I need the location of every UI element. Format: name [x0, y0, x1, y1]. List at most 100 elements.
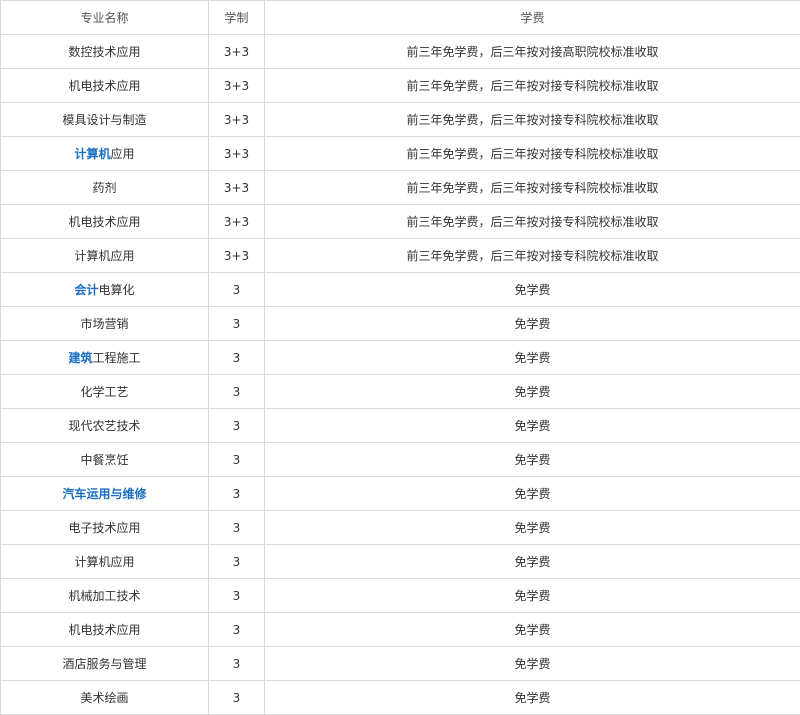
- major-cell: 药剂: [0, 170, 209, 205]
- table-row: 计算机应用 3 免学费: [0, 544, 800, 579]
- tuition-cell: 前三年免学费，后三年按对接专科院校标准收取: [264, 204, 800, 239]
- major-name-text: 机电技术应用: [68, 215, 141, 229]
- major-name-text: 工程施工: [92, 351, 141, 365]
- tuition-cell: 前三年免学费，后三年按对接高职院校标准收取: [264, 34, 800, 69]
- major-cell: 现代农艺技术: [0, 408, 209, 443]
- table-row: 汽车运用与维修 3 免学费: [0, 476, 800, 511]
- major-name-text: 计算机应用: [74, 555, 135, 569]
- duration-cell: 3: [208, 646, 265, 681]
- major-cell: 会计电算化: [0, 272, 209, 307]
- duration-cell: 3: [208, 510, 265, 545]
- tuition-cell: 免学费: [264, 680, 800, 715]
- tuition-cell: 前三年免学费，后三年按对接专科院校标准收取: [264, 170, 800, 205]
- duration-cell: 3: [208, 680, 265, 715]
- duration-cell: 3: [208, 306, 265, 341]
- tuition-cell: 免学费: [264, 544, 800, 579]
- major-cell: 计算机应用: [0, 136, 209, 171]
- table-row: 会计电算化 3 免学费: [0, 272, 800, 307]
- header-major: 专业名称: [0, 0, 209, 35]
- major-cell: 化学工艺: [0, 374, 209, 409]
- table-row: 机电技术应用 3+3 前三年免学费，后三年按对接专科院校标准收取: [0, 204, 800, 239]
- major-name-text: 机械加工技术: [68, 589, 141, 603]
- tuition-cell: 免学费: [264, 306, 800, 341]
- major-cell: 计算机应用: [0, 238, 209, 273]
- tuition-cell: 前三年免学费，后三年按对接专科院校标准收取: [264, 68, 800, 103]
- duration-cell: 3: [208, 442, 265, 477]
- duration-cell: 3+3: [208, 136, 265, 171]
- table-row: 建筑工程施工 3 免学费: [0, 340, 800, 375]
- header-row: 专业名称 学制 学费: [0, 0, 800, 35]
- major-name-text: 中餐烹饪: [80, 453, 129, 467]
- major-keyword-link[interactable]: 汽车运用与维修: [62, 487, 146, 501]
- table-row: 化学工艺 3 免学费: [0, 374, 800, 409]
- major-keyword-link[interactable]: 建筑: [68, 351, 92, 365]
- major-name-text: 机电技术应用: [68, 79, 141, 93]
- major-cell: 模具设计与制造: [0, 102, 209, 137]
- tuition-cell: 前三年免学费，后三年按对接专科院校标准收取: [264, 238, 800, 273]
- tuition-cell: 免学费: [264, 408, 800, 443]
- tuition-cell: 免学费: [264, 510, 800, 545]
- majors-table: 专业名称 学制 学费 数控技术应用 3+3 前三年免学费，后三年按对接高职院校标准收…: [0, 0, 800, 715]
- major-cell: 计算机应用: [0, 544, 209, 579]
- major-cell: 美术绘画: [0, 680, 209, 715]
- tuition-cell: 免学费: [264, 476, 800, 511]
- duration-cell: 3+3: [208, 204, 265, 239]
- major-name-text: 机电技术应用: [68, 623, 141, 637]
- header-duration: 学制: [208, 0, 265, 35]
- major-name-text: 电子技术应用: [68, 521, 141, 535]
- table-row: 计算机应用 3+3 前三年免学费，后三年按对接专科院校标准收取: [0, 136, 800, 171]
- tuition-cell: 前三年免学费，后三年按对接专科院校标准收取: [264, 136, 800, 171]
- tuition-cell: 免学费: [264, 442, 800, 477]
- major-name-text: 模具设计与制造: [62, 113, 147, 127]
- table-row: 药剂 3+3 前三年免学费，后三年按对接专科院校标准收取: [0, 170, 800, 205]
- major-cell: 机电技术应用: [0, 204, 209, 239]
- tuition-cell: 免学费: [264, 646, 800, 681]
- duration-cell: 3: [208, 408, 265, 443]
- major-cell: 机电技术应用: [0, 612, 209, 647]
- major-name-text: 电算化: [98, 283, 135, 297]
- major-name-text: 美术绘画: [80, 691, 129, 705]
- table-row: 模具设计与制造 3+3 前三年免学费，后三年按对接专科院校标准收取: [0, 102, 800, 137]
- duration-cell: 3+3: [208, 34, 265, 69]
- table-row: 市场营销 3 免学费: [0, 306, 800, 341]
- table-row: 酒店服务与管理 3 免学费: [0, 646, 800, 681]
- duration-cell: 3: [208, 612, 265, 647]
- table-row: 机电技术应用 3 免学费: [0, 612, 800, 647]
- major-name-text: 数控技术应用: [68, 45, 141, 59]
- table-row: 中餐烹饪 3 免学费: [0, 442, 800, 477]
- table-row: 电子技术应用 3 免学费: [0, 510, 800, 545]
- duration-cell: 3+3: [208, 68, 265, 103]
- duration-cell: 3+3: [208, 238, 265, 273]
- major-cell: 酒店服务与管理: [0, 646, 209, 681]
- tuition-cell: 免学费: [264, 340, 800, 375]
- duration-cell: 3: [208, 476, 265, 511]
- tuition-cell: 免学费: [264, 272, 800, 307]
- major-name-text: 现代农艺技术: [68, 419, 141, 433]
- major-keyword-link[interactable]: 计算机: [74, 147, 110, 161]
- duration-cell: 3: [208, 374, 265, 409]
- major-cell: 市场营销: [0, 306, 209, 341]
- duration-cell: 3: [208, 272, 265, 307]
- major-name-text: 市场营销: [80, 317, 129, 331]
- major-cell: 机械加工技术: [0, 578, 209, 613]
- table-row: 现代农艺技术 3 免学费: [0, 408, 800, 443]
- major-cell: 机电技术应用: [0, 68, 209, 103]
- duration-cell: 3+3: [208, 170, 265, 205]
- tuition-cell: 前三年免学费，后三年按对接专科院校标准收取: [264, 102, 800, 137]
- table-row: 美术绘画 3 免学费: [0, 680, 800, 715]
- tuition-cell: 免学费: [264, 374, 800, 409]
- duration-cell: 3: [208, 578, 265, 613]
- major-cell: 中餐烹饪: [0, 442, 209, 477]
- major-keyword-link[interactable]: 会计: [74, 283, 98, 297]
- major-name-text: 应用: [110, 147, 135, 161]
- major-cell: 建筑工程施工: [0, 340, 209, 375]
- tuition-cell: 免学费: [264, 612, 800, 647]
- major-name-text: 药剂: [92, 181, 117, 195]
- table-row: 机械加工技术 3 免学费: [0, 578, 800, 613]
- table-row: 机电技术应用 3+3 前三年免学费，后三年按对接专科院校标准收取: [0, 68, 800, 103]
- duration-cell: 3+3: [208, 102, 265, 137]
- table-row: 数控技术应用 3+3 前三年免学费，后三年按对接高职院校标准收取: [0, 34, 800, 69]
- major-cell: 数控技术应用: [0, 34, 209, 69]
- header-tuition: 学费: [264, 0, 800, 35]
- major-name-text: 化学工艺: [80, 385, 129, 399]
